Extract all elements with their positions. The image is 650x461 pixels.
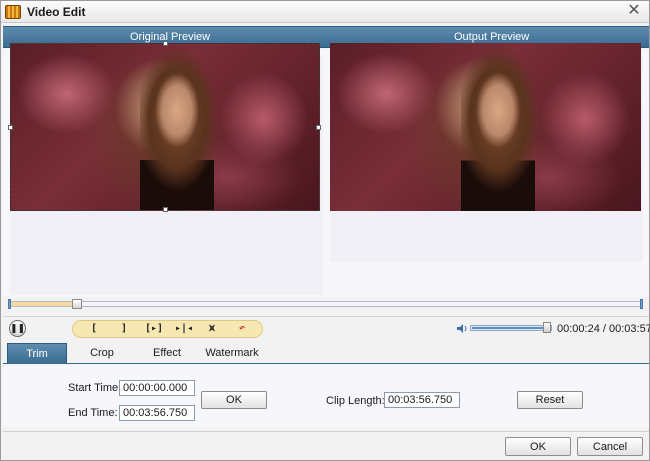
crop-handle-right-middle[interactable] xyxy=(316,125,321,130)
clip-length-input xyxy=(384,392,460,408)
output-video-frame xyxy=(330,43,641,211)
set-start-button[interactable]: [ xyxy=(83,322,105,336)
window-title: Video Edit xyxy=(27,5,86,19)
crop-handle-left-middle[interactable] xyxy=(8,125,13,130)
volume-slider[interactable] xyxy=(470,325,552,331)
original-preview-label: Original Preview xyxy=(130,31,211,43)
jump-marks-button[interactable]: ▸|◂ xyxy=(173,322,195,336)
cancel-button[interactable]: Cancel xyxy=(577,437,643,456)
trim-end-marker[interactable] xyxy=(640,299,643,309)
collapse-button[interactable]: ⩙ xyxy=(201,322,223,336)
video-subject xyxy=(460,43,536,211)
end-time-label: End Time: xyxy=(68,407,118,419)
set-end-button[interactable]: ] xyxy=(113,322,135,336)
tab-crop[interactable]: Crop xyxy=(75,343,129,364)
clip-length-label: Clip Length: xyxy=(326,395,385,407)
close-icon[interactable]: ✕ xyxy=(625,3,643,21)
volume-icon[interactable] xyxy=(456,323,468,334)
volume-thumb[interactable] xyxy=(543,322,551,333)
ok-button[interactable]: OK xyxy=(505,437,571,456)
timeline-slider[interactable] xyxy=(8,299,643,309)
crop-handle-bottom-middle[interactable] xyxy=(163,207,168,212)
undo-button[interactable]: ↶ xyxy=(231,322,253,336)
current-time: 00:00:24 xyxy=(557,323,600,335)
play-segment-button[interactable]: [▸] xyxy=(143,322,165,336)
total-time: 00:03:57 xyxy=(609,323,650,335)
trim-toolbar: [] [▸] ▸|◂ ⩙ ↶ xyxy=(72,320,263,338)
original-video-frame[interactable] xyxy=(8,41,321,212)
reset-button[interactable]: Reset xyxy=(517,391,583,409)
time-readout: 00:00:24 / 00:03:57 xyxy=(557,323,650,335)
timeline-thumb[interactable] xyxy=(72,299,82,309)
start-time-input[interactable] xyxy=(119,380,195,396)
time-separator: / xyxy=(599,323,609,335)
tab-watermark[interactable]: Watermark xyxy=(201,343,263,364)
video-subject xyxy=(140,44,215,210)
app-icon xyxy=(5,4,21,20)
tab-strip: Trim Crop Effect Watermark xyxy=(3,343,649,364)
divider xyxy=(3,316,649,317)
timeline-progress xyxy=(9,302,75,306)
video-edit-window: Video Edit ✕ Original Preview Output Pre… xyxy=(0,0,650,461)
tab-trim[interactable]: Trim xyxy=(7,343,67,364)
title-bar[interactable]: Video Edit ✕ xyxy=(1,1,649,23)
crop-handle-top-middle[interactable] xyxy=(163,41,168,46)
pause-button[interactable]: ❚❚ xyxy=(9,320,26,337)
output-preview-label: Output Preview xyxy=(454,31,530,43)
volume-level xyxy=(472,327,545,329)
trim-start-marker[interactable] xyxy=(8,299,11,309)
trim-ok-button[interactable]: OK xyxy=(201,391,267,409)
end-time-input[interactable] xyxy=(119,405,195,421)
start-time-label: Start Time: xyxy=(68,382,122,394)
timeline-track[interactable] xyxy=(8,301,643,307)
tab-effect[interactable]: Effect xyxy=(139,343,195,364)
